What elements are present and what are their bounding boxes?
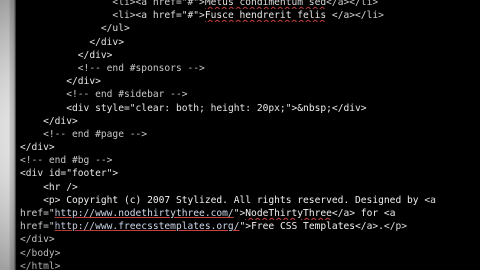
code-token: Copyright (c) 2007 Stylized. All rights … xyxy=(60,194,425,206)
code-line: </html> xyxy=(20,260,476,270)
code-token: <li><a href="#"> xyxy=(112,10,205,22)
code-line: </div> xyxy=(20,36,476,49)
code-line: href="http://www.nodethirtythree.com/">N… xyxy=(20,207,476,220)
code-token: </a> xyxy=(355,221,379,233)
code-token: </p> xyxy=(383,221,408,233)
code-token: http://www.nodethirtythree.com/ xyxy=(54,208,234,219)
code-token: &nbsp; xyxy=(297,102,332,114)
code-token: </div> xyxy=(20,234,55,246)
code-token: <!-- end #page --> xyxy=(43,128,148,140)
code-line: <div style="clear: both; height: 20px;">… xyxy=(20,102,476,115)
code-token: for xyxy=(355,208,384,219)
code-line: </div> xyxy=(20,233,476,246)
code-token: <!-- end #bg --> xyxy=(20,155,113,167)
code-token: Fusce hendrerit felis xyxy=(204,10,327,22)
code-line: </body> xyxy=(20,247,476,260)
code-token: </div> xyxy=(20,142,55,154)
code-line: <!-- end #sponsors --> xyxy=(20,62,476,75)
code-token: <div id="footer"> xyxy=(20,168,119,180)
code-token: http://www.freecsstemplates.org/ xyxy=(54,221,240,233)
code-line: <hr /> xyxy=(20,181,476,194)
code-line: <div id="footer"> xyxy=(20,167,476,180)
code-token: Free CSS Templates xyxy=(251,221,356,233)
code-line: <p> Copyright (c) 2007 Stylized. All rig… xyxy=(20,194,476,207)
code-token: NodeThirtyThree xyxy=(245,208,332,219)
code-token: </div> xyxy=(331,102,367,114)
code-token: <li><a href="#"> xyxy=(112,0,205,8)
code-token: <!-- end #sponsors --> xyxy=(77,62,205,74)
editor-gutter xyxy=(0,0,16,270)
code-line: <!-- end #sidebar --> xyxy=(20,88,476,101)
code-token: <a xyxy=(383,208,396,219)
code-line: </div> xyxy=(20,75,476,88)
code-token: "> xyxy=(233,208,246,219)
code-token: <div style="clear: both; height: 20px;"> xyxy=(66,102,298,114)
code-token: <a xyxy=(424,194,436,206)
code-line: </div> xyxy=(20,115,476,128)
code-token: <p> xyxy=(43,194,61,206)
code-line: <!-- end #page --> xyxy=(20,128,476,141)
code-token: Metus condimentum sed xyxy=(204,0,327,8)
code-line: <li><a href="#">Fusce hendrerit felis </… xyxy=(20,9,476,22)
code-token: </html> xyxy=(20,260,61,270)
code-token: "> xyxy=(239,221,252,233)
code-token: </div> xyxy=(43,115,78,127)
code-token: </ul> xyxy=(100,23,130,35)
code-token: </div> xyxy=(66,76,101,88)
code-token: </body> xyxy=(20,247,61,259)
code-token: </a></li> xyxy=(326,10,384,22)
code-token: href=" xyxy=(20,221,55,233)
code-line: </div> xyxy=(20,49,476,62)
code-token: </div> xyxy=(77,49,113,61)
code-token: </a></li> xyxy=(326,0,379,8)
code-token: </a> xyxy=(331,208,356,219)
code-line: <!-- end #bg --> xyxy=(20,154,476,167)
code-editor[interactable]: <li><a href="#">Metus condimentum sed</a… xyxy=(20,0,476,270)
code-token: href=" xyxy=(20,208,55,219)
editor-window: <li><a href="#">Metus condimentum sed</a… xyxy=(0,0,480,270)
code-line: href="http://www.freecsstemplates.org/">… xyxy=(20,220,476,233)
code-token: <!-- end #sidebar --> xyxy=(66,89,188,101)
code-token: <hr /> xyxy=(43,181,78,193)
code-line: </ul> xyxy=(20,22,476,35)
code-token: </div> xyxy=(89,36,124,48)
code-line: </div> xyxy=(20,141,476,154)
code-line: <li><a href="#">Metus condimentum sed</a… xyxy=(20,0,476,9)
